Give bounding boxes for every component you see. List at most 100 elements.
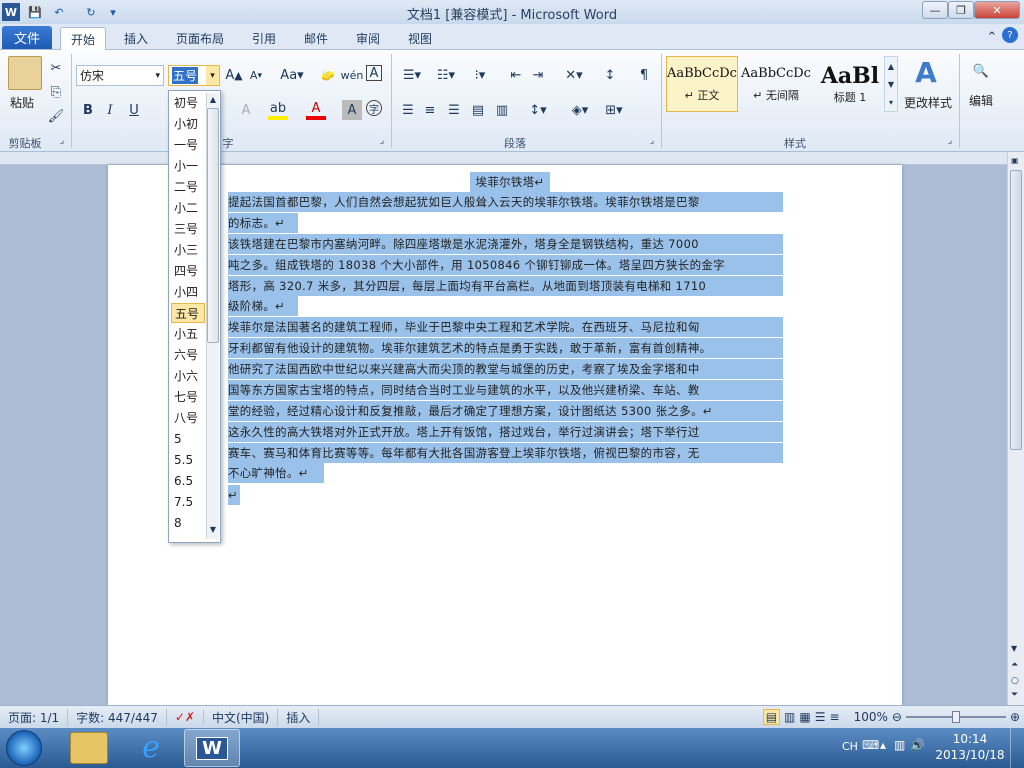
zoom-in-icon[interactable]: ⊕	[1010, 710, 1020, 724]
full-screen-reading-icon[interactable]: ▥	[784, 710, 795, 724]
ribbon-collapse-icon[interactable]: ⌃	[982, 27, 1002, 47]
document-line[interactable]: 不心旷神怡。↵	[228, 463, 324, 483]
language-indicator[interactable]: 中文(中国)	[204, 708, 279, 726]
keyboard-icon[interactable]: ⌨	[862, 738, 879, 752]
font-size-option[interactable]: 七号	[171, 387, 205, 407]
font-size-option[interactable]: 四号	[171, 261, 205, 281]
close-button[interactable]: ✕	[974, 1, 1020, 19]
document-line[interactable]: 牙利都留有他设计的建筑物。埃菲尔建筑艺术的特点是勇于实践，敢于革新，富有首创精神…	[228, 338, 783, 358]
tab-file[interactable]: 文件	[2, 26, 52, 49]
styles-launcher-icon[interactable]: ⌟	[944, 134, 956, 148]
insert-mode[interactable]: 插入	[278, 708, 320, 726]
more-styles-icon[interactable]: ▾	[889, 98, 893, 107]
numbering-icon[interactable]: ☷▾	[432, 65, 460, 85]
tab-home[interactable]: 开始	[60, 27, 107, 50]
sort-icon[interactable]: ↕	[600, 65, 620, 85]
style-no-spacing[interactable]: AaBbCcDc ↵ 无间隔	[740, 56, 812, 112]
binoculars-icon[interactable]: 🔍	[970, 60, 992, 82]
page-count[interactable]: 页面: 1/1	[0, 708, 69, 726]
dropdown-scroll-thumb[interactable]	[207, 108, 219, 343]
chevron-down-icon[interactable]: ▼	[207, 523, 219, 537]
font-size-option[interactable]: 二号	[171, 177, 205, 197]
draft-view-icon[interactable]: ≡	[830, 710, 840, 724]
borders-icon[interactable]: ⊞▾	[600, 100, 628, 120]
tab-mailings[interactable]: 邮件	[294, 27, 338, 50]
document-line[interactable]: 堂的经验，经过精心设计和反复推敲，最后才确定了理想方案，设计图纸达 5300 张…	[228, 401, 783, 421]
document-line[interactable]: 提起法国首都巴黎，人们自然会想起犹如巨人般耸入云天的埃菲尔铁塔。埃菲尔铁塔是巴黎	[228, 192, 783, 212]
restore-button[interactable]: ❐	[948, 1, 974, 19]
copy-icon[interactable]: ⎘	[46, 82, 66, 102]
proofing-icon[interactable]: ✓✗	[167, 710, 204, 724]
scrollbar-thumb[interactable]	[1010, 170, 1022, 450]
tab-page-layout[interactable]: 页面布局	[166, 27, 234, 50]
clear-format-icon[interactable]: 🧽	[318, 65, 338, 85]
clock-date[interactable]: 2013/10/18	[934, 748, 1006, 762]
chevron-up-icon[interactable]: ▲	[207, 93, 219, 107]
internet-explorer-icon[interactable]: e	[132, 730, 170, 766]
previous-page-icon[interactable]: ⏶	[1011, 660, 1018, 670]
change-styles-button[interactable]: 更改样式	[902, 94, 954, 111]
character-border-icon[interactable]: A	[366, 65, 382, 81]
ruler-toggle-icon[interactable]: ▣	[1011, 156, 1019, 165]
align-left-icon[interactable]: ☰	[398, 100, 418, 120]
font-size-option[interactable]: 五号	[171, 303, 205, 323]
input-language[interactable]: CH	[842, 740, 858, 753]
styles-gallery-scroll[interactable]: ▲ ▼ ▾	[884, 56, 898, 112]
word-count[interactable]: 字数: 447/447	[68, 708, 167, 726]
document-line[interactable]: 级阶梯。↵	[228, 296, 298, 316]
show-marks-icon[interactable]: ¶	[634, 65, 654, 85]
distributed-icon[interactable]: ▥	[492, 100, 512, 120]
dropdown-scrollbar[interactable]: ▲ ▼	[206, 93, 219, 539]
tab-insert[interactable]: 插入	[114, 27, 158, 50]
word-taskbar-button[interactable]: W	[184, 729, 240, 767]
font-size-option[interactable]: 小初	[171, 114, 205, 134]
horizontal-ruler[interactable]	[0, 152, 1007, 165]
enclose-character-icon[interactable]: 字	[366, 100, 382, 116]
zoom-slider[interactable]	[905, 711, 1006, 723]
font-size-combo[interactable]: 五号 ▾	[168, 65, 220, 86]
font-launcher-icon[interactable]: ⌟	[376, 134, 388, 148]
highlight-icon[interactable]: ab	[268, 100, 288, 120]
explorer-icon[interactable]	[70, 732, 108, 764]
chinese-layout-icon[interactable]: ✕▾	[560, 65, 588, 85]
multilevel-list-icon[interactable]: ⁝▾	[466, 65, 494, 85]
format-painter-icon[interactable]: 🖌	[46, 106, 66, 126]
scroll-down-icon[interactable]: ▼	[1011, 644, 1017, 653]
minimize-button[interactable]: —	[922, 1, 948, 19]
font-size-option[interactable]: 7.5	[171, 492, 205, 512]
font-size-option[interactable]: 初号	[171, 93, 205, 113]
text-effect-icon[interactable]: A	[236, 100, 256, 120]
font-size-dropdown[interactable]: 初号 小初 一号 小一 二号 小二 三号 小三 四号 小四 五号 小五 六号 小六 七号 八号 5 5.5 6.5 7…	[168, 90, 221, 543]
font-size-option[interactable]: 八号	[171, 408, 205, 428]
justify-icon[interactable]: ▤	[468, 100, 488, 120]
bullets-icon[interactable]: ☰▾	[398, 65, 426, 85]
font-size-option[interactable]: 六号	[171, 345, 205, 365]
paste-icon[interactable]	[8, 56, 42, 90]
paragraph-launcher-icon[interactable]: ⌟	[646, 134, 658, 148]
chevron-down-icon[interactable]: ▾	[155, 71, 160, 81]
vertical-scrollbar[interactable]: ▣ ▼ ⏶ ○ ⏷	[1007, 152, 1024, 705]
web-layout-icon[interactable]: ▦	[799, 710, 810, 724]
outline-view-icon[interactable]: ☰	[815, 710, 826, 724]
font-size-option[interactable]: 小一	[171, 156, 205, 176]
font-size-option[interactable]: 6.5	[171, 471, 205, 491]
print-layout-icon[interactable]: ▤	[762, 709, 781, 725]
font-size-option[interactable]: 小三	[171, 240, 205, 260]
phonetic-guide-icon[interactable]: wén	[341, 65, 364, 85]
shading-icon[interactable]: ◈▾	[566, 100, 594, 120]
font-size-option[interactable]: 5	[171, 429, 205, 449]
italic-icon[interactable]: I	[100, 100, 120, 120]
clock-time[interactable]: 10:14	[940, 732, 1000, 746]
font-name-combo[interactable]: 仿宋 ▾	[76, 65, 164, 86]
document-line[interactable]: 塔形，高 320.7 米多，其分四层，每层上面均有平台高栏。从地面到塔顶装有电梯…	[228, 276, 783, 296]
help-icon[interactable]: ?	[1002, 27, 1018, 43]
select-browse-object-icon[interactable]: ○	[1011, 676, 1019, 686]
font-size-option[interactable]: 5.5	[171, 450, 205, 470]
underline-icon[interactable]: U	[124, 100, 144, 120]
bold-icon[interactable]: B	[78, 100, 98, 120]
tab-review[interactable]: 审阅	[346, 27, 390, 50]
zoom-slider-thumb[interactable]	[951, 711, 960, 723]
clipboard-launcher-icon[interactable]: ⌟	[56, 134, 68, 148]
font-size-option[interactable]: 一号	[171, 135, 205, 155]
line-spacing-icon[interactable]: ↕▾	[524, 100, 552, 120]
